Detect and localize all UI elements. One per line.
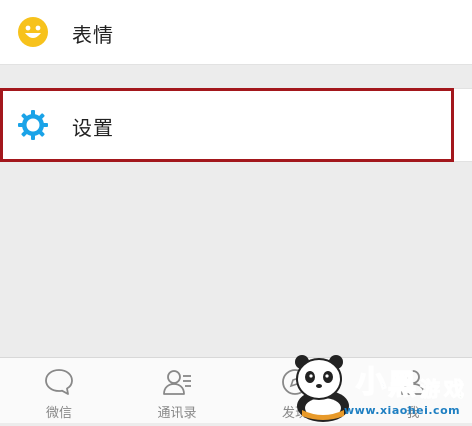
tab-wechat[interactable]: 微信	[0, 358, 118, 423]
tab-wechat-label: 微信	[45, 406, 72, 421]
smiley-icon	[18, 17, 48, 47]
tab-contacts-label: 通讯录	[157, 406, 197, 421]
svg-text:小: 小	[356, 365, 386, 400]
tab-contacts[interactable]: 通讯录	[118, 358, 236, 423]
menu-item-emoji-label: 表情	[72, 23, 114, 47]
watermark-url: www.xiaohei.com	[344, 404, 461, 417]
watermark-logo: 小 黑 游 戏 www.xiaohei.com	[278, 352, 472, 422]
contacts-icon	[163, 370, 191, 395]
highlight-box	[0, 88, 454, 162]
svg-text:戏: 戏	[443, 377, 464, 401]
menu-item-emoji[interactable]: 表情	[0, 0, 472, 65]
svg-text:游: 游	[420, 377, 440, 401]
chat-bubble-icon	[45, 369, 73, 395]
svg-text:黑: 黑	[388, 368, 416, 401]
